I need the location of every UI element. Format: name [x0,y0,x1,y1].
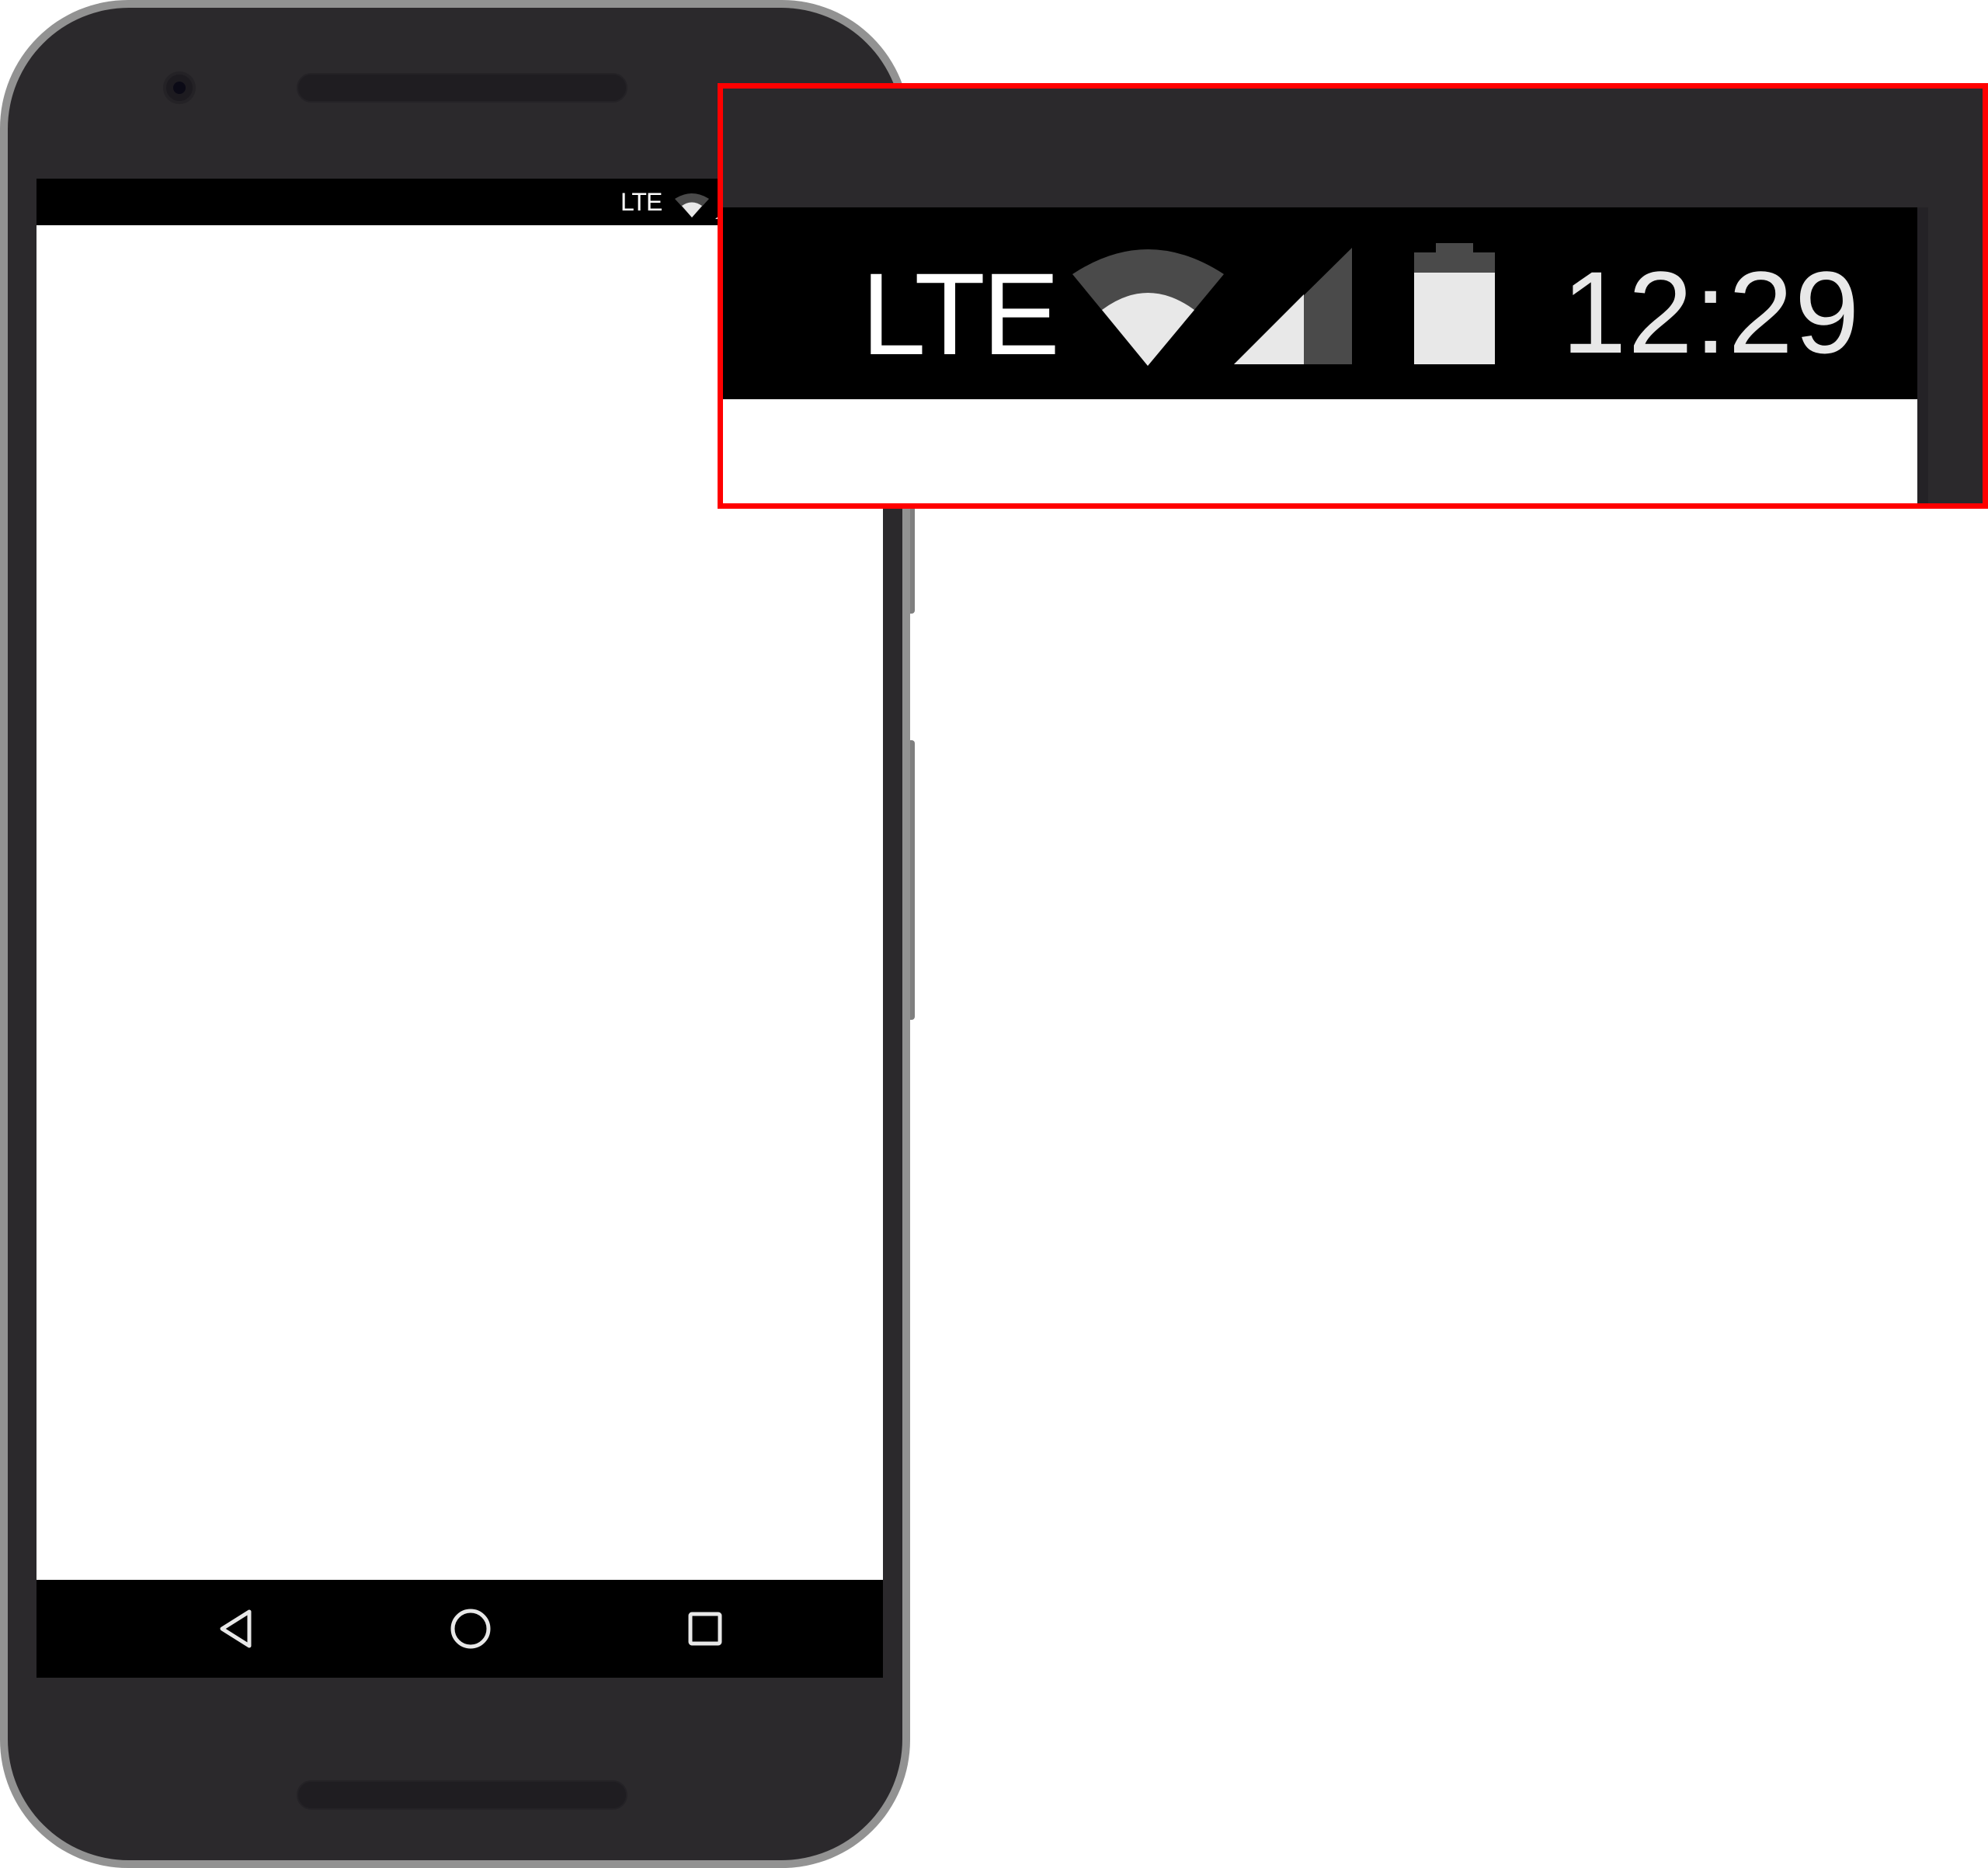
stage: LTE LTE 12:29 [0,0,1988,1868]
zoomed-network-type-label: LTE [861,249,1060,379]
home-button[interactable] [443,1602,498,1656]
battery-icon [1414,243,1495,364]
clock-time: 12:29 [1562,247,1861,377]
wifi-icon [675,193,709,217]
bottom-speaker [297,1780,627,1810]
front-camera [163,71,196,104]
wifi-icon [1072,249,1224,366]
home-circle-icon [450,1609,491,1649]
status-bar-zoom-callout: LTE 12:29 [718,83,1988,509]
recents-square-icon [688,1612,722,1646]
navigation-bar [36,1580,883,1678]
network-type-label: LTE [620,188,662,216]
zoomed-screen-content [723,399,1917,503]
back-button[interactable] [209,1602,263,1656]
zoomed-device-edge [1917,207,1928,503]
recents-button[interactable] [678,1602,732,1656]
earpiece-speaker [297,73,627,103]
back-triangle-icon [220,1609,252,1648]
zoomed-status-bar: LTE 12:29 [723,207,1917,399]
cellular-signal-icon [1234,248,1352,364]
